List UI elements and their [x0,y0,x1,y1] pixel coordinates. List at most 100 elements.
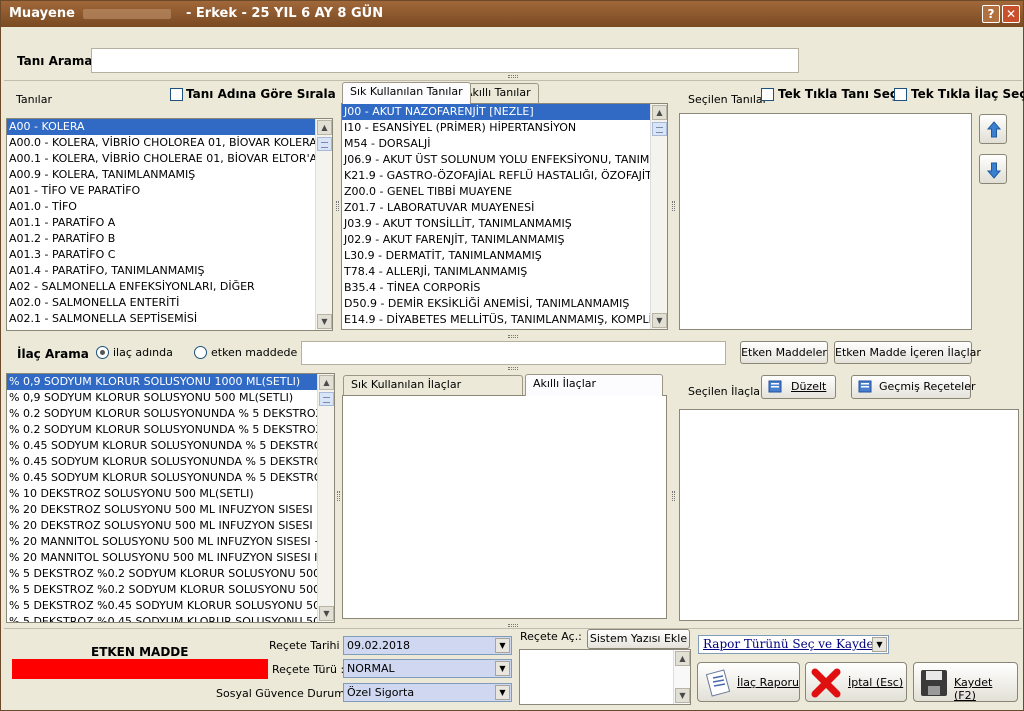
scroll-thumb[interactable] [317,137,332,151]
tek-ilac-checkbox[interactable] [894,88,907,101]
sik-tanilar-list[interactable]: J00 - AKUT NAZOFARENJİT [NEZLE] I10 - ESA… [341,103,668,330]
list-item[interactable]: A01.4 - PARATİFO, TANIMLANMAMIŞ [7,263,317,279]
etken-madde-iceren-button[interactable]: Etken Madde İçeren İlaçlar [834,341,981,364]
iptal-button[interactable]: İptal (Esc) [805,662,907,702]
splitter-grip[interactable] [508,624,518,627]
scroll-down-icon[interactable]: ▼ [652,313,667,328]
recete-tarihi-select[interactable]: 09.02.2018 ▼ [343,636,512,655]
scroll-down-icon[interactable]: ▼ [319,606,334,621]
sik-tanilar-scrollbar[interactable]: ▲ ▼ [650,104,667,329]
chevron-down-icon[interactable]: ▼ [495,638,510,653]
scroll-up-icon[interactable]: ▲ [675,651,690,666]
list-item[interactable]: % 5 DEKSTROZ %0.2 SODYUM KLORUR SOLUSYON… [7,582,318,598]
secilen-tanilar-list[interactable] [679,113,972,330]
ilac-scrollbar[interactable]: ▲ ▼ [317,374,334,622]
splitter-grip[interactable] [508,75,518,78]
splitter-grip[interactable] [672,491,675,501]
kaydet-button[interactable]: Kaydet (F2) [913,662,1018,702]
tek-tani-checkbox[interactable] [761,88,774,101]
list-item[interactable]: M54 - DORSALJİ [342,136,650,152]
list-item[interactable]: % 20 DEKSTROZ SOLUSYONU 500 ML INFUZYON … [7,502,318,518]
secilen-ilaclar-list[interactable] [679,409,1019,621]
list-item[interactable]: % 0.45 SODYUM KLORUR SOLUSYONUNDA % 5 DE… [7,470,318,486]
sosyal-guvence-select[interactable]: Özel Sigorta ▼ [343,683,512,702]
recete-turu-select[interactable]: NORMAL ▼ [343,659,512,678]
scroll-down-icon[interactable]: ▼ [675,688,690,703]
list-item[interactable]: A00 - KOLERA [7,119,317,135]
radio-ilac-adinda[interactable] [96,346,109,359]
list-item[interactable]: % 20 DEKSTROZ SOLUSYONU 500 ML INFUZYON … [7,518,318,534]
list-item[interactable]: % 0,9 SODYUM KLORUR SOLUSYONU 1000 ML(SE… [7,374,318,390]
list-item[interactable]: A01.1 - PARATİFO A [7,215,317,231]
tab-sik-ilaclar[interactable]: Sık Kullanılan İlaçlar [343,375,523,395]
list-item[interactable]: A02 - SALMONELLA ENFEKSİYONLARI, DİĞER [7,279,317,295]
list-item[interactable]: A02.0 - SALMONELLA ENTERİTİ [7,295,317,311]
list-item[interactable]: D50.9 - DEMİR EKSİKLİĞİ ANEMİSİ, TANIMLA… [342,296,650,312]
list-item[interactable]: A00.0 - KOLERA, VİBRİO CHOLOREA 01, BİOV… [7,135,317,151]
list-item[interactable]: L30.9 - DERMATİT, TANIMLANMAMIŞ [342,248,650,264]
list-item[interactable]: J00 - AKUT NAZOFARENJİT [NEZLE] [342,104,650,120]
list-item[interactable]: Z01.7 - LABORATUVAR MUAYENESİ [342,200,650,216]
list-item[interactable]: % 5 DEKSTROZ %0.45 SODYUM KLORUR SOLUSYO… [7,614,318,622]
splitter-grip[interactable] [508,335,518,338]
scroll-up-icon[interactable]: ▲ [319,375,334,390]
chevron-down-icon[interactable]: ▼ [872,637,887,652]
move-down-button[interactable] [979,154,1007,184]
scroll-thumb[interactable] [652,122,667,136]
tani-search-input[interactable] [91,48,799,73]
list-item[interactable]: E14.9 - DİYABETES MELLİTÜS, TANIMLANMAMI… [342,312,650,328]
splitter-grip[interactable] [672,201,675,211]
list-item[interactable]: A01.3 - PARATİFO C [7,247,317,263]
tab-akilli-ilaclar[interactable]: Akıllı İlaçlar [525,374,663,396]
list-item[interactable]: I10 - ESANSİYEL (PRİMER) HİPERTANSİYON [342,120,650,136]
list-item[interactable]: A01.2 - PARATİFO B [7,231,317,247]
list-item[interactable]: % 5 DEKSTROZ %0.45 SODYUM KLORUR SOLUSYO… [7,598,318,614]
duzelt-button[interactable]: Düzelt [761,375,836,399]
akilli-ilaclar-list[interactable] [342,395,667,619]
list-item[interactable]: % 20 MANNITOL SOLUSYONU 500 ML INFUZYON … [7,534,318,550]
list-item[interactable]: % 0,9 SODYUM KLORUR SOLUSYONU 500 ML(SET… [7,390,318,406]
list-item[interactable]: B35.4 - TİNEA CORPORİS [342,280,650,296]
list-item[interactable]: A00.1 - KOLERA, VİBRİO CHOLERAE 01, BİOV… [7,151,317,167]
scroll-down-icon[interactable]: ▼ [317,314,332,329]
list-item[interactable]: % 10 DEKSTROZ SOLUSYONU 500 ML(SETLI) [7,486,318,502]
radio-etken-maddede[interactable] [194,346,207,359]
chevron-down-icon[interactable]: ▼ [495,685,510,700]
ilac-list[interactable]: % 0,9 SODYUM KLORUR SOLUSYONU 1000 ML(SE… [6,373,335,623]
ilac-search-input[interactable] [301,341,726,365]
list-item[interactable]: J02.9 - AKUT FARENJİT, TANIMLANMAMIŞ [342,232,650,248]
tab-sik-tanilar[interactable]: Sık Kullanılan Tanılar [342,82,471,104]
gecmis-receteler-button[interactable]: Geçmiş Reçeteler [851,375,976,399]
tanilar-scrollbar[interactable]: ▲ ▼ [315,119,332,330]
scroll-thumb[interactable] [319,392,334,406]
list-item[interactable]: % 0.2 SODYUM KLORUR SOLUSYONUNDA % 5 DEK… [7,406,318,422]
sort-checkbox[interactable] [170,88,183,101]
splitter-grip[interactable] [336,201,339,211]
splitter-grip[interactable] [508,367,518,370]
list-item[interactable]: % 5 DEKSTROZ %0.2 SODYUM KLORUR SOLUSYON… [7,566,318,582]
list-item[interactable]: % 0.2 SODYUM KLORUR SOLUSYONUNDA % 5 DEK… [7,422,318,438]
help-button[interactable]: ? [982,5,1000,23]
ilac-raporu-button[interactable]: İlaç Raporu [697,662,800,702]
list-item[interactable]: A01.0 - TİFO [7,199,317,215]
move-up-button[interactable] [979,114,1007,144]
list-item[interactable]: % 20 MANNITOL SOLUSYONU 500 ML INFUZYON … [7,550,318,566]
scroll-up-icon[interactable]: ▲ [317,120,332,135]
splitter-grip[interactable] [337,491,340,501]
list-item[interactable]: T78.4 - ALLERJİ, TANIMLANMAMIŞ [342,264,650,280]
tanilar-list[interactable]: A00 - KOLERA A00.0 - KOLERA, VİBRİO CHOLO… [6,118,333,331]
chevron-down-icon[interactable]: ▼ [495,661,510,676]
list-item[interactable]: J03.9 - AKUT TONSİLLİT, TANIMLANMAMIŞ [342,216,650,232]
list-item[interactable]: J06.9 - AKUT ÜST SOLUNUM YOLU ENFEKSİYON… [342,152,650,168]
aciklama-scrollbar[interactable]: ▲ ▼ [673,650,690,704]
list-item[interactable]: % 0.45 SODYUM KLORUR SOLUSYONUNDA % 5 DE… [7,454,318,470]
list-item[interactable]: A02.1 - SALMONELLA SEPTİSEMİSİ [7,311,317,327]
sistem-yazisi-button[interactable]: Sistem Yazısı Ekle [587,629,690,649]
close-button[interactable]: ✕ [1002,5,1020,23]
recete-aciklama-textarea[interactable]: ▲ ▼ [519,649,691,705]
etken-maddeler-button[interactable]: Etken Maddeler [740,341,828,364]
list-item[interactable]: A00.9 - KOLERA, TANIMLANMAMIŞ [7,167,317,183]
scroll-up-icon[interactable]: ▲ [652,105,667,120]
rapor-turu-select[interactable]: Rapor Türünü Seç ve Kaydet ▼ [698,635,889,654]
list-item[interactable]: Z00.0 - GENEL TIBBİ MUAYENE [342,184,650,200]
